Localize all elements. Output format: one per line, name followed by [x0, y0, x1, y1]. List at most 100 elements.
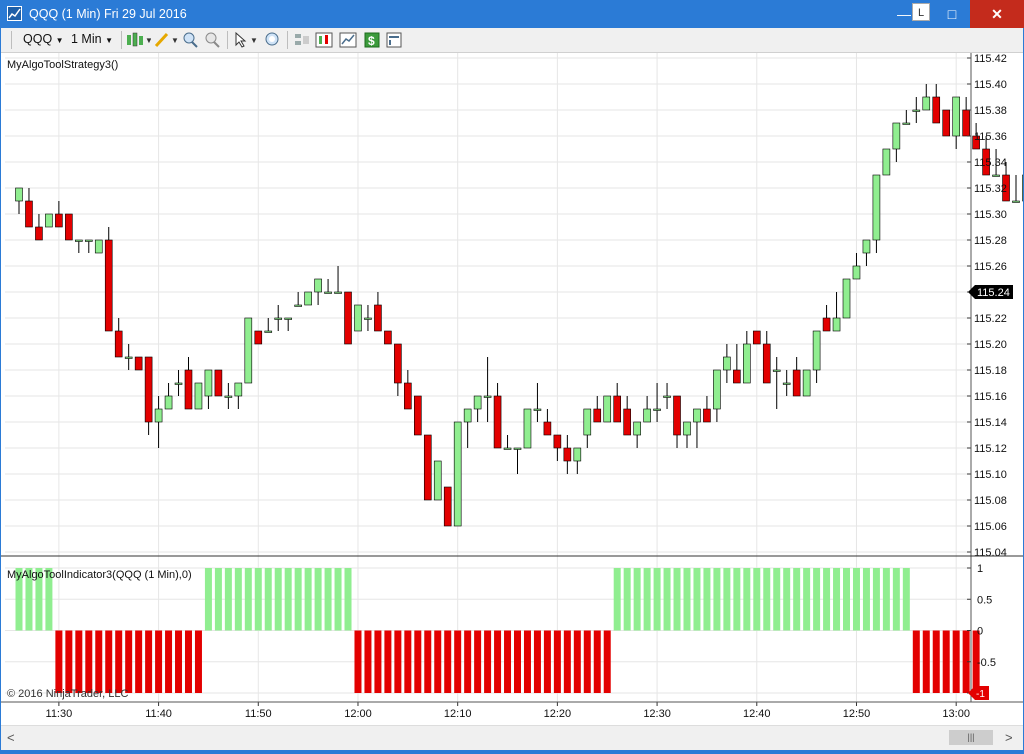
svg-text:▼: ▼: [171, 36, 179, 45]
candle-up: [15, 187, 23, 202]
scroll-left-arrow-icon[interactable]: <: [7, 730, 15, 745]
link-button[interactable]: L: [912, 3, 930, 21]
price-tick-label: 115.34: [974, 157, 1007, 169]
last-price-label: 115.24: [977, 287, 1010, 299]
price-tick-label: 115.04: [974, 547, 1007, 559]
zoom-in-icon[interactable]: [181, 31, 199, 49]
indicator-bar-negative: [514, 630, 521, 693]
indicator-bar-negative: [414, 630, 422, 693]
indicator-bar-positive: [294, 568, 302, 631]
indicator-bar-positive: [324, 568, 332, 631]
chart-panel[interactable]: 115.42 115.40 115.38 115.36 115.34 115.32 115.…: [1, 53, 1024, 725]
indicator-bar-negative: [184, 630, 192, 693]
candle-down: [114, 330, 123, 358]
candle-up: [663, 395, 671, 398]
time-tick-label: 12:00: [344, 708, 372, 720]
title-bar[interactable]: QQQ (1 Min) Fri 29 Jul 2016 — L □ ✕: [0, 0, 1024, 28]
close-button[interactable]: ✕: [970, 0, 1024, 28]
candle-down: [563, 447, 572, 462]
candle-down: [733, 369, 741, 384]
indicator-bar-negative: [543, 630, 551, 693]
candle-up: [832, 317, 841, 332]
indicator-bar-negative: [75, 630, 83, 693]
candle-up: [892, 122, 901, 150]
toolbar-separator: [11, 31, 12, 49]
svg-text:▼: ▼: [145, 36, 151, 45]
app-window: QQQ (1 Min) Fri 29 Jul 2016 — L □ ✕ QQQ …: [0, 0, 1024, 754]
chart-trader-icon[interactable]: [315, 31, 333, 49]
bar-type-icon[interactable]: ▼: [125, 31, 153, 49]
candle-up: [294, 304, 302, 307]
indicator-tick-label: 0.5: [977, 594, 992, 606]
indicator-tick-label: 1: [977, 563, 983, 575]
candle-up: [264, 330, 273, 333]
scroll-right-arrow-icon[interactable]: >: [1005, 730, 1013, 745]
indicator-bar-negative: [603, 630, 611, 693]
drawing-tool-icon[interactable]: ▼: [153, 31, 179, 49]
candle-up: [782, 382, 791, 385]
indicator-bar-positive: [763, 568, 771, 631]
candle-down: [942, 109, 951, 137]
candle-up: [314, 278, 322, 293]
price-tick-label: 115.32: [974, 183, 1007, 195]
indicator-bar-negative: [384, 630, 392, 693]
indicator-bar-positive: [882, 568, 890, 631]
magnifier-icon[interactable]: [263, 31, 281, 49]
chart-style-icon[interactable]: [339, 31, 357, 49]
candle-up: [523, 408, 532, 449]
properties-icon[interactable]: [293, 31, 311, 49]
indicator-bar-positive: [843, 568, 851, 631]
candle-up: [683, 421, 691, 436]
toolbar-separator: [227, 31, 228, 49]
indicator-bar-positive: [733, 568, 741, 631]
indicator-bar-negative: [194, 630, 202, 693]
candle-up: [573, 447, 582, 462]
window-title: QQQ (1 Min) Fri 29 Jul 2016: [29, 7, 187, 21]
indicator-bar-positive: [872, 568, 880, 631]
indicator-bar-negative: [922, 630, 930, 693]
indicator-bar-negative: [424, 630, 432, 693]
indicator-bar-negative: [952, 630, 960, 693]
candle-up: [842, 278, 851, 319]
candle-down: [792, 369, 801, 397]
indicator-bar-negative: [175, 630, 183, 693]
interval-selector[interactable]: 1 Min ▼: [71, 31, 113, 48]
candle-down: [134, 356, 143, 371]
scroll-thumb[interactable]: |||: [949, 730, 993, 745]
horizontal-scrollbar[interactable]: < ||| >: [1, 725, 1023, 750]
candle-down: [593, 408, 602, 423]
indicator-bar-negative: [484, 630, 492, 693]
data-box-icon[interactable]: [385, 31, 403, 49]
maximize-button[interactable]: □: [936, 0, 968, 28]
strategies-icon[interactable]: $: [363, 31, 381, 49]
indicator-bar-negative: [504, 630, 512, 693]
price-tick-label: 115.40: [974, 79, 1007, 91]
indicator-bar-negative: [105, 630, 113, 693]
candle-up: [124, 356, 133, 359]
candle-up: [94, 239, 103, 254]
indicator-bar-positive: [653, 568, 661, 631]
price-chart[interactable]: 115.42 115.40 115.38 115.36 115.34 115.32 115.…: [1, 53, 1024, 725]
indicator-bar-negative: [55, 630, 63, 693]
candle-up: [772, 369, 781, 372]
candle-down: [35, 226, 43, 241]
instrument-selector[interactable]: QQQ ▼: [23, 31, 64, 48]
candle-up: [872, 174, 881, 241]
indicator-bar-positive: [623, 568, 631, 631]
indicator-bar-positive: [713, 568, 721, 631]
indicator-bar-positive: [204, 568, 212, 631]
candle-down: [144, 356, 153, 423]
price-tick-label: 115.36: [974, 131, 1007, 143]
candle-up: [743, 343, 751, 384]
candle-up: [1022, 174, 1024, 202]
time-tick-label: 12:10: [444, 708, 472, 720]
candle-down: [553, 434, 562, 449]
candle-up: [992, 174, 1000, 177]
candle-up: [75, 239, 83, 242]
pointer-icon[interactable]: ▼: [233, 31, 259, 49]
candle-down: [673, 395, 681, 436]
candle-down: [613, 395, 622, 423]
candle-down: [374, 304, 382, 332]
zoom-out-icon[interactable]: [203, 31, 221, 49]
candle-down: [55, 213, 63, 228]
